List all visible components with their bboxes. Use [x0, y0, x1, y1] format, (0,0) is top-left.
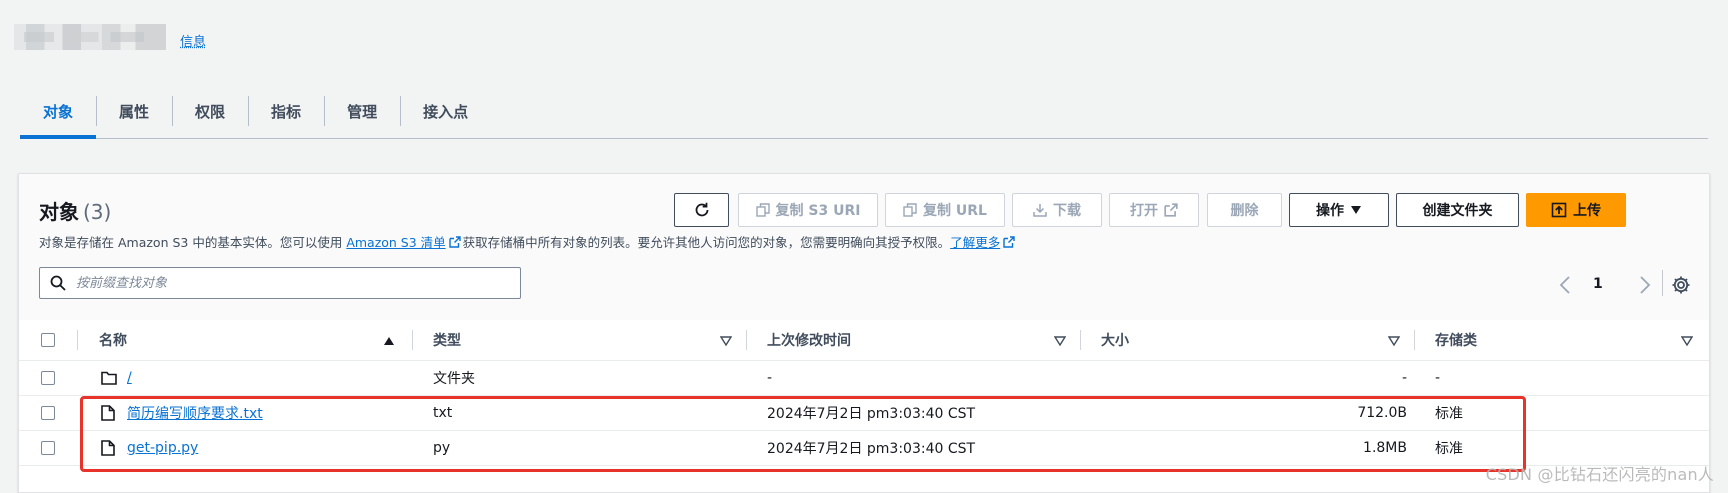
tab-permissions[interactable]: 权限 — [172, 84, 248, 138]
download-icon — [1033, 204, 1047, 217]
sort-icon[interactable] — [720, 336, 732, 346]
table-row: get-pip.py py 2024年7月2日 pm3:03:40 CST 1.… — [19, 431, 1709, 466]
external-link-icon — [1003, 236, 1015, 248]
object-type: txt — [433, 405, 453, 421]
sort-ascending-icon[interactable] — [383, 336, 395, 346]
object-modified: - — [767, 370, 773, 386]
next-page-icon[interactable] — [1639, 276, 1651, 294]
column-separator — [1414, 330, 1415, 350]
external-link-icon — [448, 236, 461, 248]
col-header-type[interactable]: 类型 — [433, 320, 461, 360]
object-modified: 2024年7月2日 pm3:03:40 CST — [767, 406, 976, 422]
search-input[interactable] — [74, 268, 520, 298]
copy-url-label: 复制 URL — [923, 203, 987, 219]
object-size: 1.8MB — [1363, 440, 1407, 456]
actions-label: 操作 — [1316, 203, 1344, 219]
search-icon — [50, 275, 66, 291]
col-header-storage-class[interactable]: 存储类 — [1435, 320, 1477, 360]
refresh-icon — [695, 202, 708, 217]
open-label: 打开 — [1130, 203, 1158, 219]
create-folder-label: 创建文件夹 — [1422, 203, 1493, 219]
tab-metrics[interactable]: 指标 — [248, 84, 324, 138]
table-header: 名称 类型 上次修改时间 大小 存储类 — [19, 320, 1709, 361]
tab-management[interactable]: 管理 — [324, 84, 400, 138]
objects-title-text: 对象 — [39, 200, 79, 224]
create-folder-button[interactable]: 创建文件夹 — [1396, 193, 1519, 227]
objects-panel: 对象 (3) 对象是存储在 Amazon S3 中的基本实体。您可以使用 Amaz… — [18, 173, 1710, 493]
object-size: - — [1401, 370, 1407, 386]
delete-label: 删除 — [1230, 203, 1259, 219]
settings-gear-icon[interactable] — [1671, 275, 1691, 295]
copy-s3-uri-label: 复制 S3 URI — [775, 203, 861, 219]
object-size: 712.0B — [1357, 405, 1407, 421]
desc-prefix: 对象是存储在 Amazon S3 中的基本实体。您可以使用 — [39, 235, 343, 250]
upload-button[interactable]: 上传 — [1526, 193, 1626, 227]
tab-properties[interactable]: 属性 — [96, 84, 172, 138]
object-type: 文件夹 — [433, 371, 475, 387]
inventory-link[interactable]: Amazon S3 清单 — [346, 235, 445, 250]
tab-bar: 对象 属性 权限 指标 管理 接入点 — [20, 84, 1708, 139]
folder-icon — [101, 371, 117, 385]
col-header-size[interactable]: 大小 — [1101, 320, 1129, 360]
current-page[interactable]: 1 — [1593, 276, 1603, 292]
object-name: 简历编写顺序要求.txt — [127, 396, 263, 430]
object-storage-class: 标准 — [1435, 406, 1463, 422]
prev-page-icon[interactable] — [1559, 276, 1571, 294]
copy-icon — [903, 203, 917, 217]
object-count: (3) — [83, 200, 112, 224]
column-separator — [746, 330, 747, 350]
copy-url-button[interactable]: 复制 URL — [885, 193, 1005, 227]
delete-button[interactable]: 删除 — [1207, 193, 1282, 227]
column-separator — [1080, 330, 1081, 350]
column-separator — [412, 330, 413, 350]
tab-objects[interactable]: 对象 — [20, 84, 97, 139]
download-label: 下载 — [1053, 203, 1081, 219]
select-all-checkbox[interactable] — [41, 333, 55, 347]
object-storage-class: - — [1435, 370, 1441, 386]
sort-icon[interactable] — [1388, 336, 1400, 346]
row-checkbox[interactable] — [41, 406, 55, 420]
actions-dropdown[interactable]: 操作 — [1289, 193, 1389, 227]
object-modified: 2024年7月2日 pm3:03:40 CST — [767, 441, 976, 457]
redacted-bucket-name — [14, 24, 166, 50]
object-type: py — [433, 440, 451, 456]
file-icon — [101, 405, 115, 421]
upload-icon — [1551, 202, 1567, 218]
copy-s3-uri-button[interactable]: 复制 S3 URI — [738, 193, 878, 227]
tab-access-points[interactable]: 接入点 — [400, 84, 491, 138]
info-link[interactable]: 信息 — [180, 31, 206, 50]
object-name: / — [127, 361, 132, 395]
watermark: CSDN @比钻石还闪亮的nan人 — [1485, 465, 1714, 484]
refresh-button[interactable] — [674, 193, 729, 227]
search-box — [39, 267, 521, 299]
column-separator — [77, 330, 78, 350]
file-icon — [101, 440, 115, 456]
open-button[interactable]: 打开 — [1109, 193, 1199, 227]
caret-down-icon — [1351, 206, 1361, 214]
col-header-modified[interactable]: 上次修改时间 — [767, 320, 851, 360]
table-row: 简历编写顺序要求.txt txt 2024年7月2日 pm3:03:40 CST… — [19, 396, 1709, 431]
objects-panel-header: 对象 (3) 对象是存储在 Amazon S3 中的基本实体。您可以使用 Amaz… — [19, 174, 1709, 321]
page-title: 对象 (3) — [39, 196, 111, 225]
object-name-link[interactable]: 简历编写顺序要求.txt — [127, 403, 263, 423]
sort-icon[interactable] — [1681, 336, 1693, 346]
object-name: get-pip.py — [127, 431, 198, 465]
object-storage-class: 标准 — [1435, 441, 1463, 457]
object-name-link[interactable]: / — [127, 370, 132, 386]
object-name-link[interactable]: get-pip.py — [127, 440, 198, 456]
objects-description: 对象是存储在 Amazon S3 中的基本实体。您可以使用 Amazon S3 … — [39, 232, 1017, 251]
pager-divider — [1662, 270, 1663, 296]
sort-icon[interactable] — [1054, 336, 1066, 346]
external-link-icon — [1164, 203, 1178, 217]
desc-middle: 获取存储桶中所有对象的列表。要允许其他人访问您的对象，您需要明确向其授予权限。 — [462, 235, 951, 250]
col-header-name[interactable]: 名称 — [99, 320, 127, 360]
row-checkbox[interactable] — [41, 371, 55, 385]
upload-label: 上传 — [1573, 203, 1601, 219]
table-row: / 文件夹 - - - — [19, 361, 1709, 396]
download-button[interactable]: 下载 — [1012, 193, 1102, 227]
copy-icon — [755, 203, 770, 217]
row-checkbox[interactable] — [41, 441, 55, 455]
learn-more-link[interactable]: 了解更多 — [950, 235, 1000, 250]
